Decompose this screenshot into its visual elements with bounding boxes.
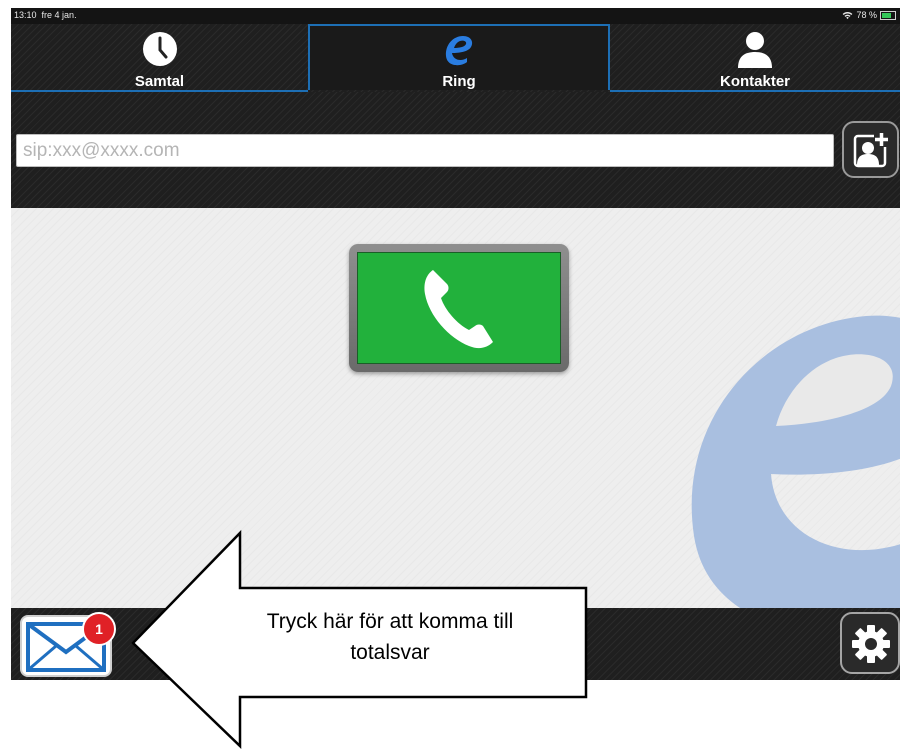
- tab-ring[interactable]: Ring: [308, 24, 610, 90]
- e-logo-watermark-icon: [691, 315, 900, 608]
- tab-label: Kontakter: [719, 73, 790, 90]
- add-contact-icon: [853, 132, 889, 168]
- tab-label: Ring: [442, 73, 476, 90]
- callout-line-2: totalsvar: [350, 641, 430, 664]
- settings-button[interactable]: [840, 612, 900, 674]
- tab-bar: Samtal Ring Kontakter: [11, 24, 900, 92]
- wifi-icon: [843, 11, 853, 19]
- tab-kontakter[interactable]: Kontakter: [610, 24, 900, 92]
- status-bar: 13:10 fre 4 jan. 78 %: [11, 8, 900, 24]
- person-icon: [738, 32, 772, 68]
- callout-line-1: Tryck här för att komma till: [266, 610, 514, 633]
- status-right: 78 %: [842, 10, 896, 20]
- gear-icon: [852, 625, 890, 663]
- tab-samtal[interactable]: Samtal: [11, 24, 308, 92]
- address-bar: [11, 92, 900, 208]
- battery-percent: 78 %: [856, 10, 877, 20]
- dialer-area: [11, 208, 900, 608]
- call-button[interactable]: [349, 244, 569, 372]
- status-time: 13:10 fre 4 jan.: [14, 10, 77, 20]
- clock-icon: [142, 32, 177, 66]
- tab-label: Samtal: [134, 73, 185, 90]
- unread-badge: 1: [82, 612, 116, 646]
- phone-icon: [424, 270, 493, 349]
- app-screen: 13:10 fre 4 jan. 78 % Samtal Ring Kontak…: [11, 8, 900, 680]
- battery-icon: [880, 10, 896, 20]
- sip-address-input[interactable]: [16, 134, 834, 167]
- e-logo-icon: [445, 36, 473, 66]
- callout-text: Tryck här för att komma till totalsvar: [205, 606, 575, 668]
- add-contact-button[interactable]: [842, 121, 899, 178]
